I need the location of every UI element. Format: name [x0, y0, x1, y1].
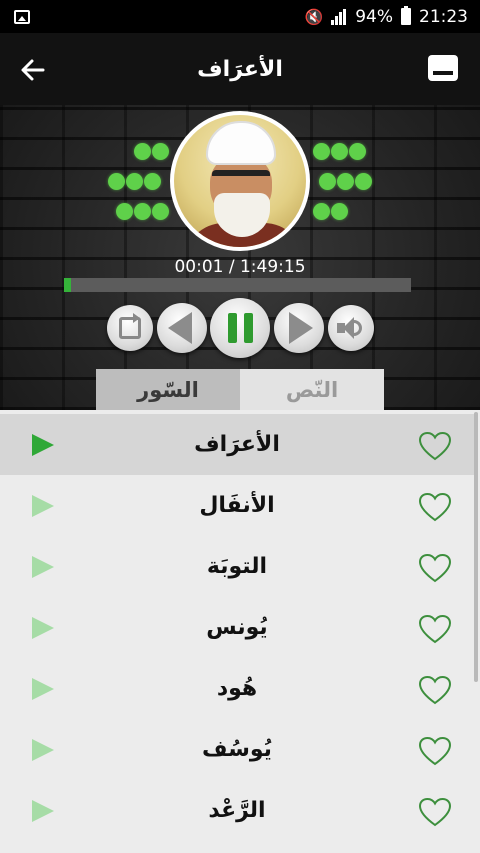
play-icon[interactable]	[32, 494, 54, 517]
next-button[interactable]	[274, 303, 324, 353]
sura-title: الأنفَال	[199, 493, 275, 518]
gallery-notification-icon	[14, 9, 30, 24]
eq-dot	[331, 143, 348, 160]
play-icon[interactable]	[32, 433, 54, 456]
heart-icon[interactable]	[418, 614, 452, 644]
repeat-button[interactable]	[107, 305, 153, 351]
heart-icon[interactable]	[418, 797, 452, 827]
heart-icon[interactable]	[418, 492, 452, 522]
progress-fill	[64, 278, 71, 292]
battery-icon	[401, 6, 411, 25]
eq-dot	[313, 203, 330, 220]
eq-dot	[331, 203, 348, 220]
clock: 21:23	[419, 6, 468, 27]
pause-icon	[227, 313, 253, 343]
eq-dot	[355, 173, 372, 190]
eq-dot	[152, 203, 169, 220]
list-item[interactable]: الأنفَال	[0, 475, 474, 536]
pause-button[interactable]	[210, 298, 270, 358]
minimize-window-button[interactable]	[428, 55, 458, 81]
heart-icon[interactable]	[418, 675, 452, 705]
sura-title: يُونس	[206, 615, 268, 640]
list-item[interactable]: يُونس	[0, 597, 474, 658]
eq-dot	[134, 143, 151, 160]
top-bar: الأعرَاف	[0, 33, 480, 105]
list-item[interactable]: هُود	[0, 658, 474, 719]
sura-title: يُوسُف	[202, 737, 272, 762]
status-bar: 🔇 94% 21:23	[0, 0, 480, 33]
eq-dot	[337, 173, 354, 190]
eq-dot	[116, 203, 133, 220]
reciter-avatar	[170, 111, 310, 251]
eq-dot	[319, 173, 336, 190]
progress-bar[interactable]	[64, 278, 411, 292]
eq-dot	[313, 143, 330, 160]
eq-dot	[126, 173, 143, 190]
heart-icon[interactable]	[418, 431, 452, 461]
volume-icon	[337, 316, 365, 340]
list-item[interactable]: الأعرَاف	[0, 414, 474, 475]
sura-title: التوبَة	[206, 554, 268, 579]
eq-dot	[134, 203, 151, 220]
scrollbar[interactable]	[474, 412, 478, 682]
repeat-icon	[119, 313, 141, 339]
back-arrow-icon[interactable]	[18, 55, 48, 85]
play-icon[interactable]	[32, 738, 54, 761]
play-icon[interactable]	[32, 616, 54, 639]
eq-dot	[152, 143, 169, 160]
list-item[interactable]: الرَّعْد	[0, 780, 474, 841]
sura-list: الأعرَاف الأنفَال التوبَة يُونس هُود يُو…	[0, 410, 480, 853]
volume-button[interactable]	[328, 305, 374, 351]
eq-dot	[108, 173, 125, 190]
tab-text[interactable]: النّص	[240, 369, 384, 410]
playback-time: 00:01 / 1:49:15	[174, 257, 306, 277]
sura-title: الأعرَاف	[194, 432, 280, 457]
sura-title: الرَّعْد	[208, 798, 266, 823]
previous-icon	[168, 312, 192, 344]
battery-percent: 94%	[355, 6, 393, 27]
heart-icon[interactable]	[418, 736, 452, 766]
mute-icon: 🔇	[304, 7, 324, 26]
signal-icon	[331, 8, 347, 25]
list-item[interactable]: يُوسُف	[0, 719, 474, 780]
heart-icon[interactable]	[418, 553, 452, 583]
eq-dot	[144, 173, 161, 190]
page-title: الأعرَاف	[197, 56, 283, 82]
play-icon[interactable]	[32, 799, 54, 822]
play-icon[interactable]	[32, 555, 54, 578]
play-icon[interactable]	[32, 677, 54, 700]
previous-button[interactable]	[157, 303, 207, 353]
sura-title: هُود	[216, 676, 258, 701]
eq-dot	[349, 143, 366, 160]
tab-suras[interactable]: السّور	[96, 369, 240, 410]
next-icon	[289, 312, 313, 344]
player-area: الأعرَاف 00:01 / 1:49:15 السّور النّص	[0, 33, 480, 410]
list-item[interactable]: التوبَة	[0, 536, 474, 597]
